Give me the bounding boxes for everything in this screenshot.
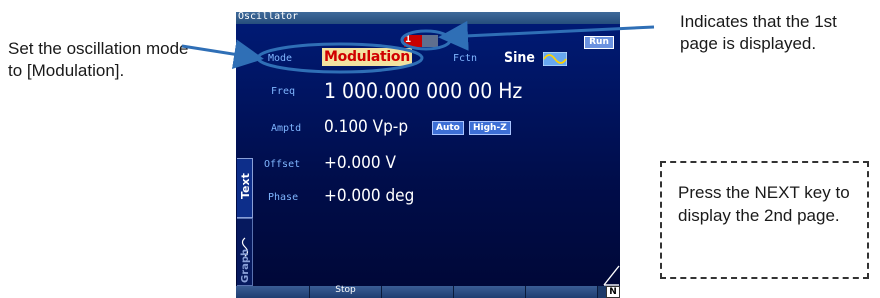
annotation-overlay — [181, 20, 655, 74]
page-highlight-oval — [400, 29, 452, 51]
mode-callout-arrow — [181, 39, 264, 70]
page-callout-arrow — [438, 20, 655, 51]
mode-highlight-oval — [256, 42, 424, 74]
